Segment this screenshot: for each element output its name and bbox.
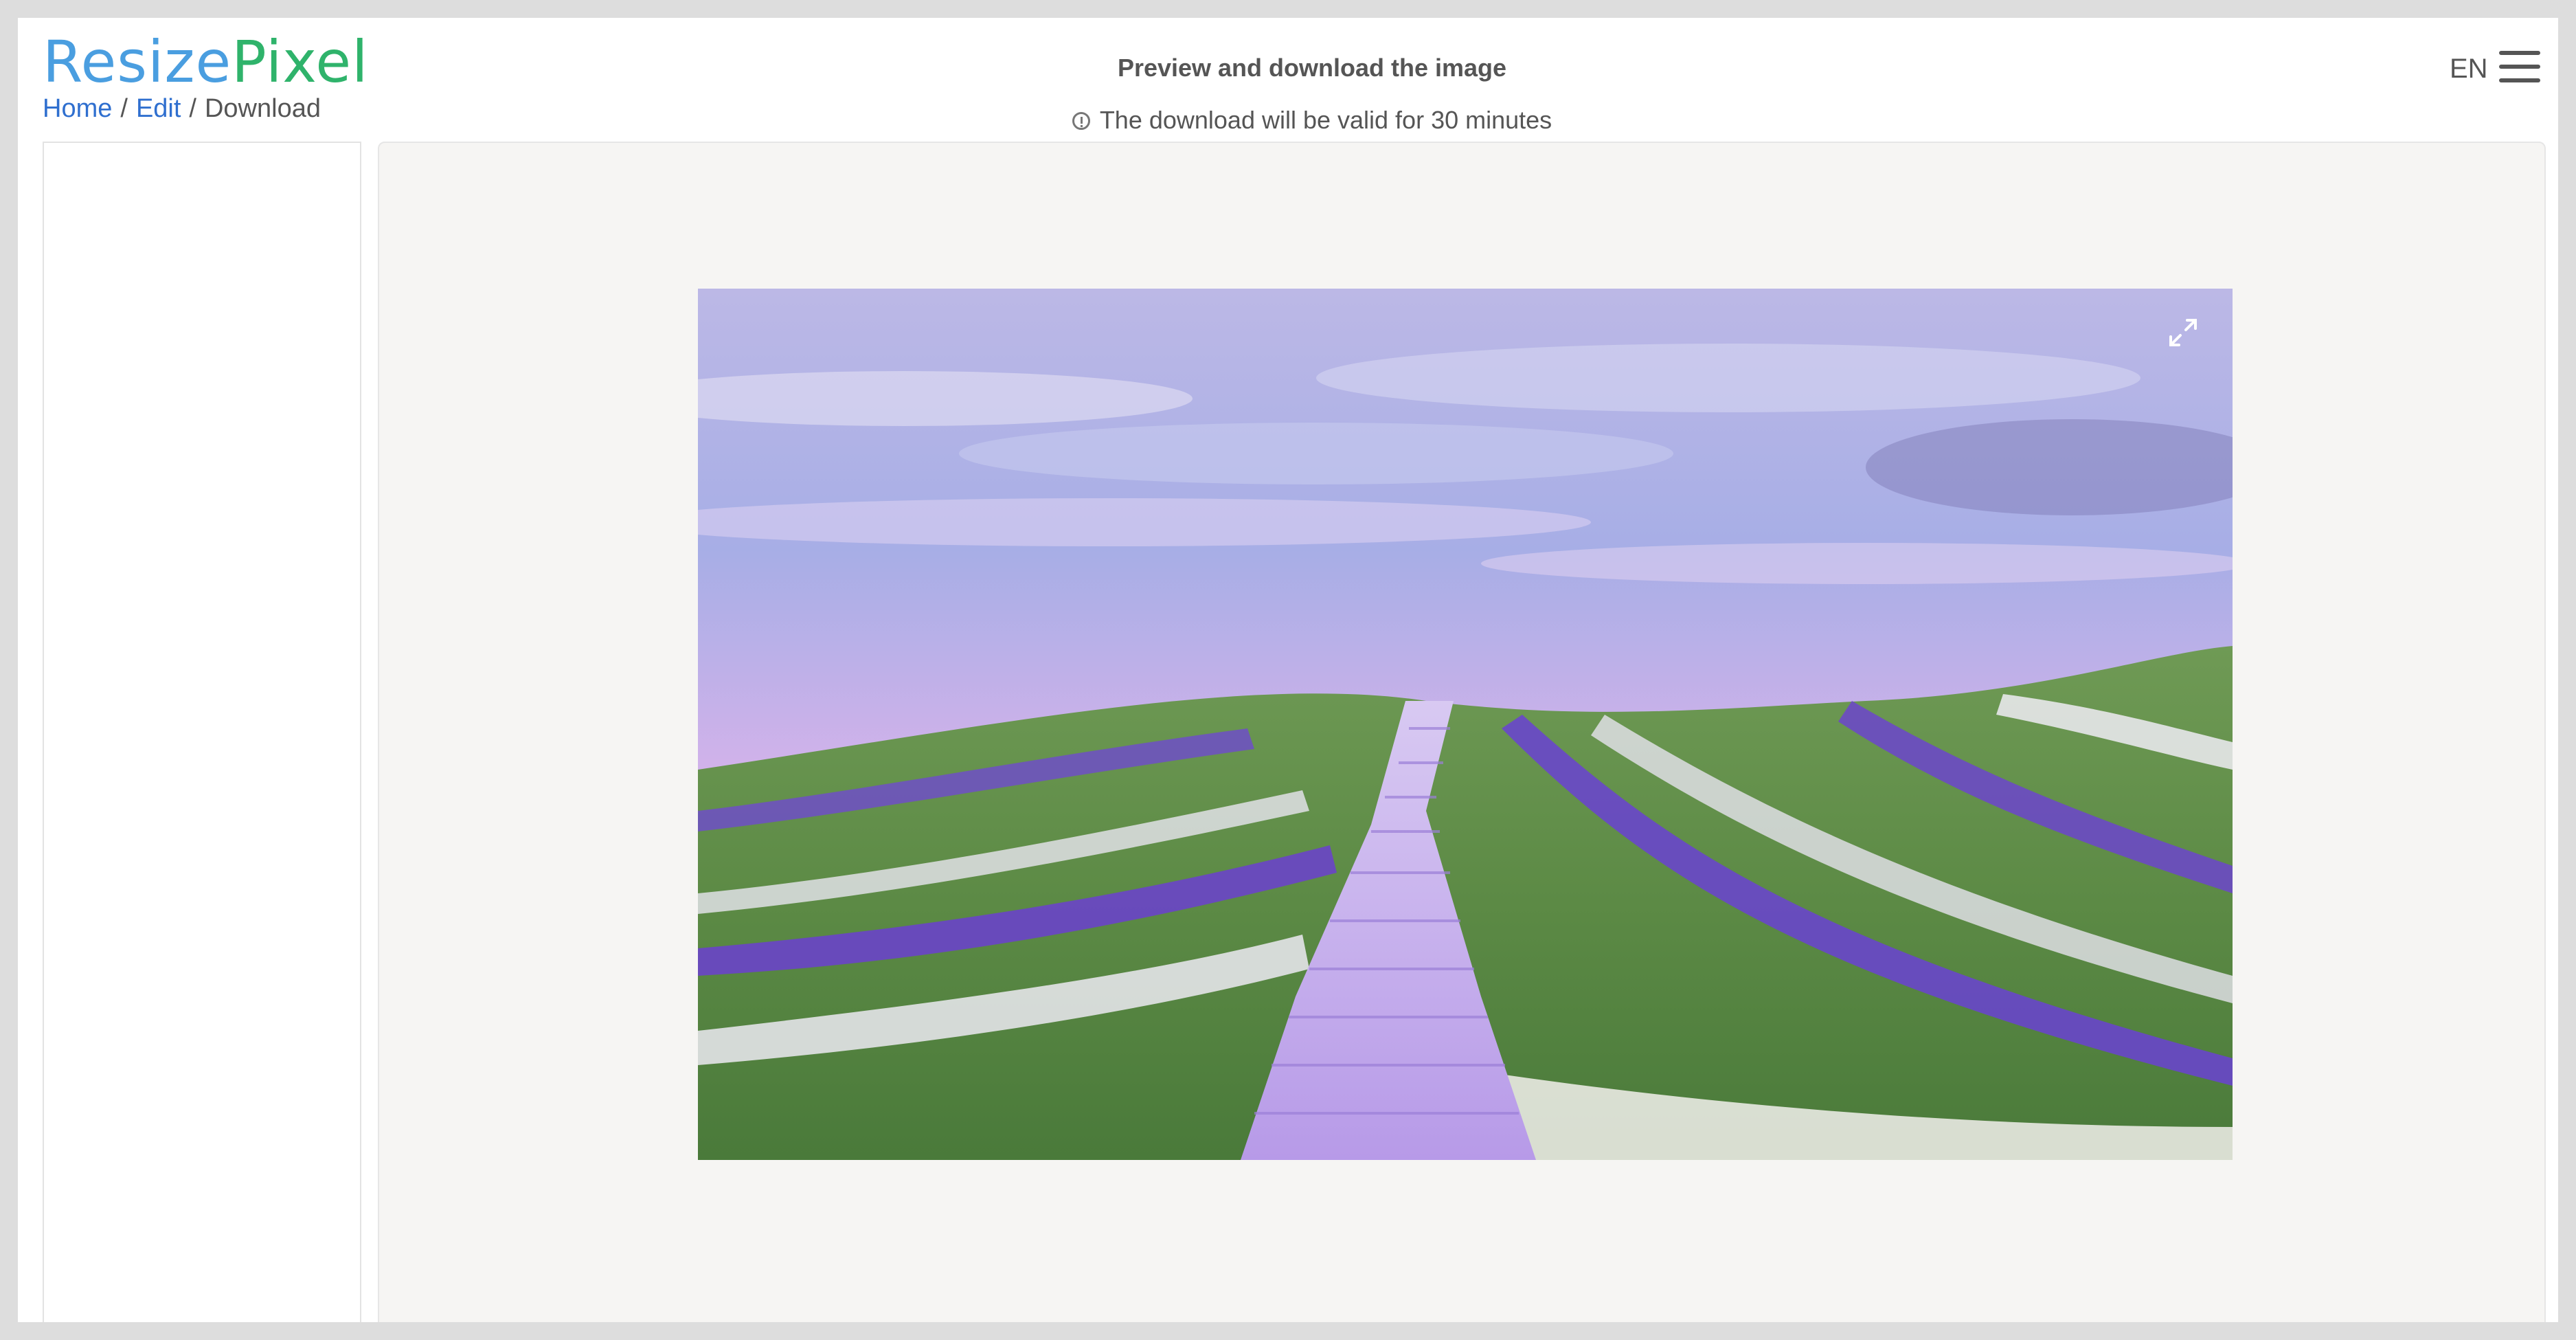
breadcrumb-separator: / [189,94,196,123]
info-icon [1072,112,1090,130]
breadcrumb-home-link[interactable]: Home [43,94,112,123]
landscape-image [698,289,2233,1160]
expand-icon[interactable] [2167,316,2200,349]
app-window: ResizePixel Home / Edit / Download Preview a… [18,18,2558,1322]
hamburger-menu-icon[interactable] [2499,48,2540,85]
preview-panel [378,142,2546,1322]
logo-resize-text: Resize [43,28,232,96]
page-title: Preview and download the image [1117,54,1507,82]
breadcrumb-current: Download [204,94,321,123]
download-validity-notice: The download will be valid for 30 minute… [969,106,1656,135]
sidebar-panel [43,142,361,1322]
breadcrumb: Home / Edit / Download [43,93,321,125]
validity-text: The download will be valid for 30 minute… [1099,106,1552,134]
breadcrumb-separator: / [120,94,128,123]
breadcrumb-edit-link[interactable]: Edit [136,94,181,123]
logo-pixel-text: Pixel [231,28,369,96]
resizepixel-logo[interactable]: ResizePixel [43,27,368,97]
language-selector[interactable]: EN [2450,54,2488,85]
preview-image[interactable] [698,289,2233,1160]
